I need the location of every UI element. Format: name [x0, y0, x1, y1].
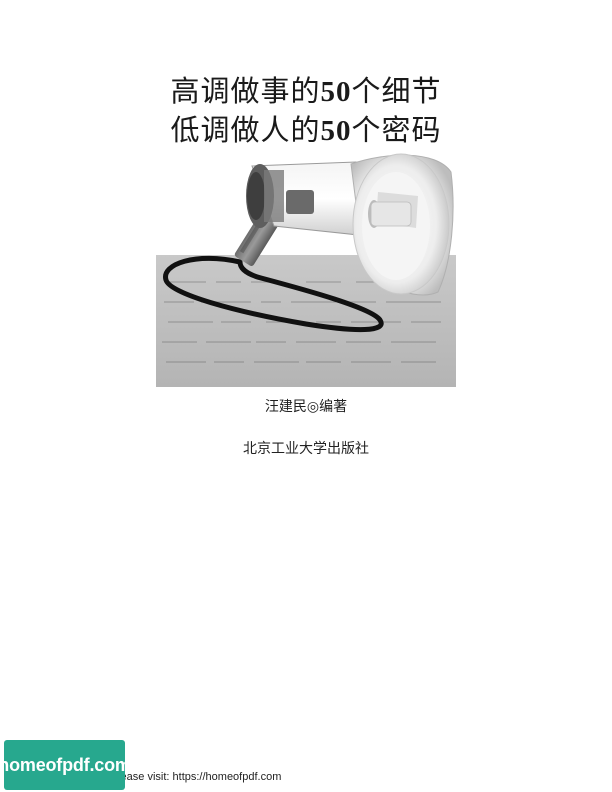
title-line-2-number: 50: [320, 115, 352, 147]
title-line-1: 高调做事的50个细节: [0, 72, 612, 111]
footer-visit-note: please visit: https://homeofpdf.com: [112, 771, 282, 783]
title-line-2-suffix: 个密码: [351, 113, 442, 147]
author-credit: 汪建民◎编著: [264, 399, 348, 415]
title-line-2-prefix: 低调做人的: [170, 113, 321, 147]
book-title: 高调做事的50个细节 低调做人的50个密码: [0, 72, 612, 150]
title-line-1-suffix: 个细节: [351, 74, 442, 108]
megaphone-cover-image: [156, 153, 456, 387]
publisher-name: 北京工业大学出版社: [243, 441, 369, 457]
title-line-1-prefix: 高调做事的: [170, 74, 321, 108]
title-line-1-number: 50: [320, 76, 352, 108]
title-line-2: 低调做人的50个密码: [0, 111, 612, 150]
megaphone-body: [246, 161, 369, 237]
homeofpdf-badge[interactable]: homeofpdf.com: [0, 740, 131, 790]
